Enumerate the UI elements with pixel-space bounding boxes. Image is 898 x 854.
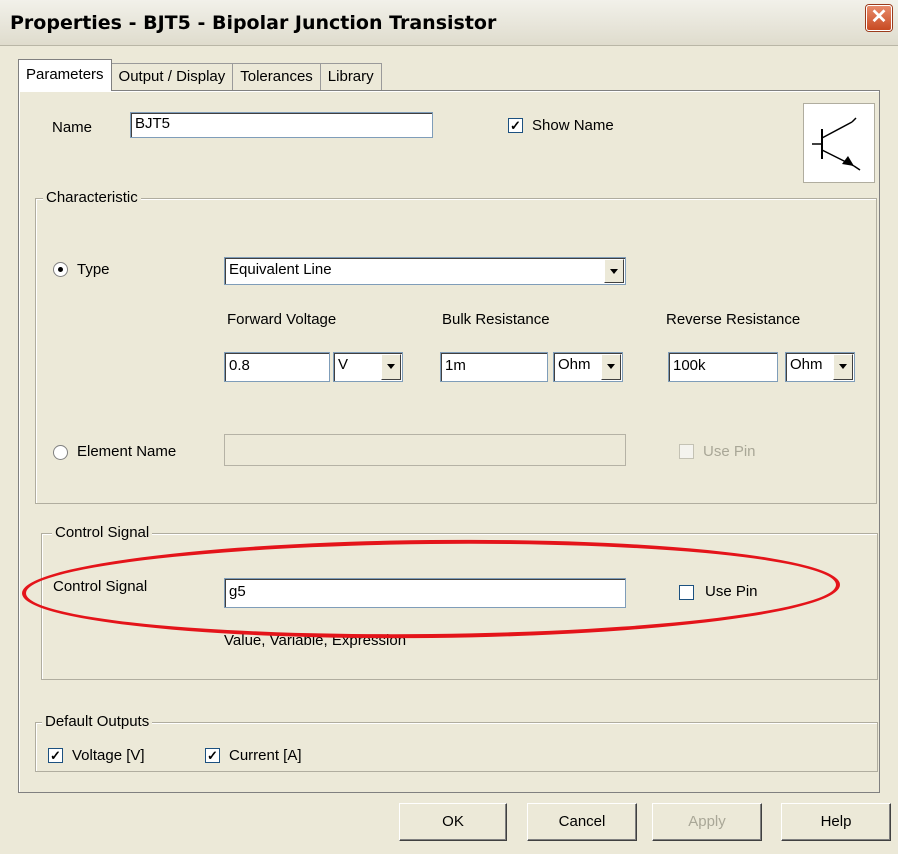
bulk-resistance-label: Bulk Resistance (442, 311, 550, 328)
bulk-resistance-unit-select[interactable]: Ohm (553, 352, 623, 382)
tab-library[interactable]: Library (319, 63, 382, 91)
apply-button[interactable]: Apply (652, 803, 762, 841)
voltage-label: Voltage [V] (72, 747, 145, 764)
forward-voltage-input[interactable]: 0.8 (224, 352, 330, 382)
forward-voltage-label: Forward Voltage (227, 311, 337, 328)
voltage-checkbox[interactable]: ✓ (48, 748, 63, 763)
type-radio[interactable] (53, 262, 68, 277)
control-use-pin-checkbox[interactable] (679, 585, 694, 600)
tab-parameters[interactable]: Parameters (18, 59, 112, 91)
reverse-resistance-label: Reverse Resistance (666, 311, 801, 328)
reverse-resistance-unit: Ohm (790, 356, 823, 373)
type-label: Type (77, 261, 110, 278)
element-use-pin-label: Use Pin (703, 443, 756, 460)
characteristic-title: Characteristic (43, 189, 141, 206)
window-title: Properties - BJT5 - Bipolar Junction Tra… (10, 12, 497, 34)
name-label: Name (52, 119, 93, 136)
control-signal-group-title: Control Signal (52, 524, 153, 541)
forward-voltage-unit: V (338, 356, 349, 373)
control-signal-input[interactable]: g5 (224, 578, 626, 608)
default-outputs-title: Default Outputs (42, 713, 153, 730)
ok-button[interactable]: OK (399, 803, 507, 841)
show-name-label: Show Name (532, 117, 614, 134)
bulk-resistance-unit: Ohm (558, 356, 591, 373)
bjt-transistor-icon (803, 103, 875, 183)
tab-output-display[interactable]: Output / Display (110, 63, 234, 91)
show-name-checkbox[interactable]: ✓ (508, 118, 523, 133)
tab-bar: Parameters Output / Display Tolerances L… (18, 59, 382, 91)
reverse-resistance-input[interactable]: 100k (668, 352, 778, 382)
type-select[interactable]: Equivalent Line (224, 257, 626, 285)
cancel-button[interactable]: Cancel (527, 803, 637, 841)
control-signal-label: Control Signal (53, 578, 148, 595)
element-name-label: Element Name (77, 443, 177, 460)
chevron-down-icon[interactable] (601, 354, 621, 380)
control-use-pin-label: Use Pin (705, 583, 758, 600)
tab-tolerances[interactable]: Tolerances (232, 63, 321, 91)
name-input[interactable]: BJT5 (130, 112, 433, 138)
element-name-radio[interactable] (53, 445, 68, 460)
reverse-resistance-unit-select[interactable]: Ohm (785, 352, 855, 382)
type-select-value: Equivalent Line (229, 261, 332, 278)
control-signal-hint: Value, Variable, Expression (224, 632, 407, 649)
bulk-resistance-input[interactable]: 1m (440, 352, 548, 382)
chevron-down-icon[interactable] (604, 259, 624, 283)
element-use-pin-checkbox[interactable] (679, 444, 694, 459)
forward-voltage-unit-select[interactable]: V (333, 352, 403, 382)
chevron-down-icon[interactable] (381, 354, 401, 380)
current-label: Current [A] (229, 747, 302, 764)
help-button[interactable]: Help (781, 803, 891, 841)
chevron-down-icon[interactable] (833, 354, 853, 380)
current-checkbox[interactable]: ✓ (205, 748, 220, 763)
element-name-input[interactable] (224, 434, 626, 466)
default-outputs-group (35, 722, 878, 772)
close-icon[interactable]: ✕ (866, 5, 892, 31)
